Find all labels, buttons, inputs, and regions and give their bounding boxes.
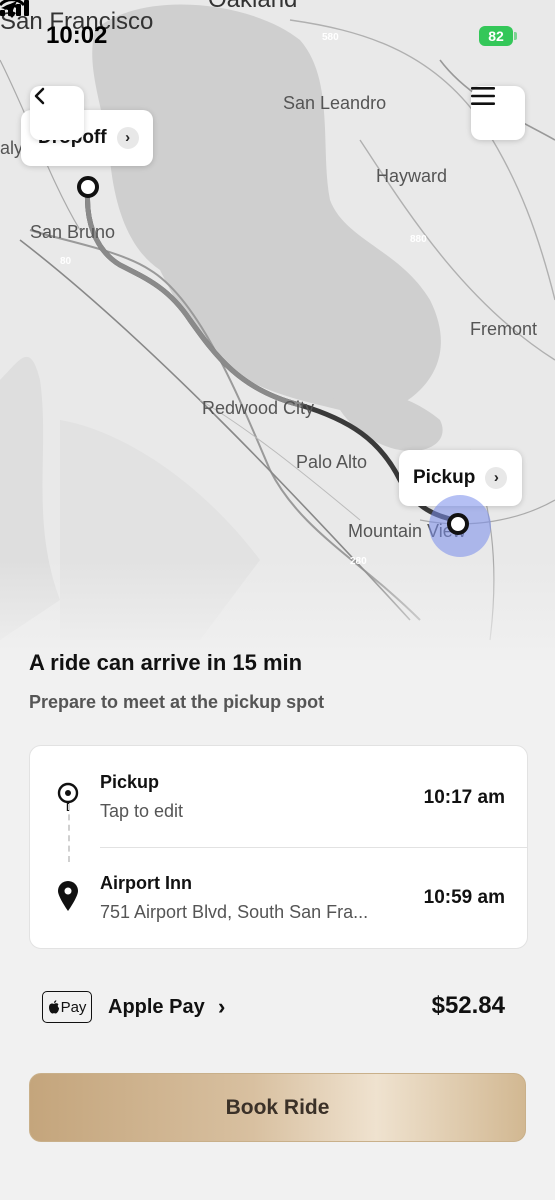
pickup-row[interactable]: Pickup Tap to edit 10:17 am [30, 746, 527, 847]
dropoff-title: Airport Inn [100, 873, 192, 893]
map-pin-filled-icon [58, 881, 78, 911]
city-label-redwood-city: Redwood City [202, 398, 315, 418]
dropoff-row[interactable]: Airport Inn 751 Airport Blvd, South San … [30, 848, 527, 948]
map-fade [0, 560, 555, 660]
battery-nub [514, 32, 517, 40]
pickup-time: 10:17 am [423, 787, 505, 808]
chevron-left-icon [34, 87, 45, 105]
payment-method-label: Apple Pay [108, 996, 205, 1018]
city-label-san-bruno: San Bruno [30, 222, 116, 242]
apple-logo-icon [48, 1000, 59, 1014]
trip-card: Pickup Tap to edit 10:17 am Airport Inn … [29, 745, 528, 949]
wifi-icon [0, 0, 24, 18]
arrival-headline: A ride can arrive in 15 min [29, 650, 303, 675]
highway-label: 580 [322, 32, 339, 43]
dropoff-pin [77, 176, 99, 198]
arrival-subline: Prepare to meet at the pickup spot [29, 692, 325, 712]
hamburger-menu-icon [471, 87, 495, 105]
chevron-right-icon: › [485, 467, 508, 489]
city-label-oakland: Oakland [208, 0, 297, 14]
menu-button[interactable] [471, 86, 525, 140]
apple-pay-logo-text: Pay [60, 998, 87, 1016]
pickup-subtitle: Tap to edit [100, 801, 184, 821]
chevron-right-icon: › [218, 994, 226, 1019]
apple-pay-logo: Pay [42, 991, 92, 1023]
status-time: 10:02 [46, 22, 108, 49]
pickup-callout-label: Pickup [413, 467, 476, 488]
book-ride-button[interactable]: Book Ride [29, 1073, 526, 1142]
highway-label: 880 [410, 234, 427, 245]
dropoff-address: 751 Airport Blvd, South San Fra... [100, 902, 369, 922]
dropoff-time: 10:59 am [423, 887, 505, 908]
highway-label: 80 [60, 256, 72, 267]
pickup-pin [447, 513, 469, 535]
map-view[interactable]: San Francisco Oakland San Leandro Haywar… [0, 0, 555, 660]
pickup-title: Pickup [100, 772, 160, 792]
city-label-daly-city: aly [0, 138, 24, 158]
city-label-palo-alto: Palo Alto [296, 452, 368, 472]
battery-indicator: 82 [479, 26, 513, 46]
chevron-right-icon: › [116, 127, 139, 149]
city-label-san-leandro: San Leandro [283, 93, 387, 113]
ride-price: $52.84 [431, 992, 505, 1019]
city-label-fremont: Fremont [470, 319, 538, 339]
back-button[interactable] [30, 86, 84, 140]
city-label-hayward: Hayward [376, 166, 448, 186]
